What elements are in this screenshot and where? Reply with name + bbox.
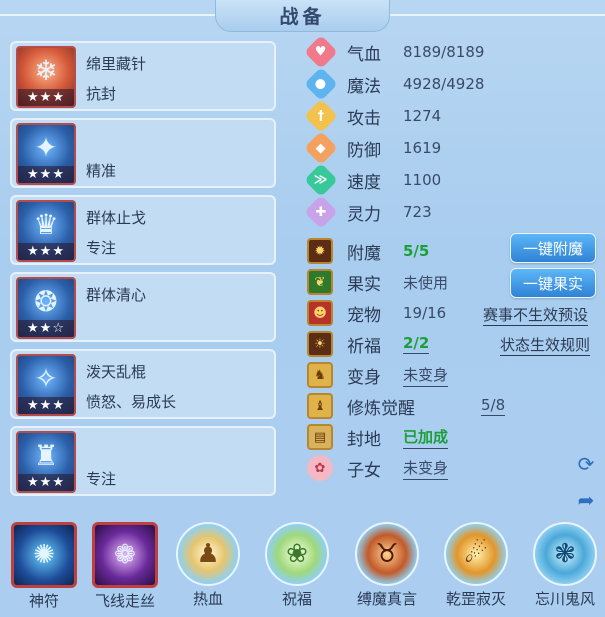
- pet-icon: ☻: [307, 300, 333, 326]
- bottom-skill[interactable]: ☄ 乾罡寂灭: [441, 522, 511, 609]
- sword-icon: †: [304, 99, 338, 133]
- skill-card[interactable]: ✦ ★★★ 精准: [10, 118, 276, 188]
- speed-icon: ≫: [304, 163, 338, 197]
- skill-card[interactable]: ✧ ★★★ 泼天乱棍 愤怒、易成长: [10, 349, 276, 419]
- stat-row-speed: ≫ 速度 1100: [304, 163, 441, 197]
- child-icon: ✿: [307, 455, 333, 481]
- skill-effect: 愤怒、易成长: [86, 393, 177, 411]
- ghost-wind-icon: ❃: [533, 522, 597, 586]
- skill-card[interactable]: ♛ ★★★ 群体止戈 专注: [10, 195, 276, 265]
- rune-orb-icon: ✺: [11, 522, 77, 588]
- strike-icon: ☄: [444, 522, 508, 586]
- fighter-icon: ♟: [176, 522, 240, 586]
- page-title: 战备: [215, 0, 390, 32]
- skill-name: 绵里藏针: [86, 55, 147, 73]
- fruit-icon: ❦: [307, 269, 333, 295]
- ice-stick-icon: ❄ ★★★: [16, 46, 76, 108]
- bottom-skill[interactable]: ❃ 忘川鬼风: [530, 522, 600, 609]
- blue-spirit-icon: ✦ ★★★: [16, 123, 76, 185]
- heart-icon: ♥: [304, 35, 338, 69]
- purple-orb-icon: ❁: [92, 522, 158, 588]
- extra-row-fruit: ❦ 果实 未使用: [307, 268, 448, 296]
- skill-name: 群体止戈: [86, 209, 147, 227]
- stat-row-hp: ♥ 气血 8189/8189: [304, 35, 484, 69]
- demon-bind-icon: ♉: [355, 522, 419, 586]
- mana-icon: ●: [304, 67, 338, 101]
- stat-row-mp: ● 魔法 4928/4928: [304, 67, 484, 101]
- skill-effect: 抗封: [86, 85, 117, 103]
- pray-icon: ☀: [307, 331, 333, 357]
- blessing-icon: ❀: [265, 522, 329, 586]
- stat-row-attack: † 攻击 1274: [304, 99, 441, 133]
- transform-icon: ♞: [307, 362, 333, 388]
- page-title-text: 战备: [279, 6, 326, 28]
- skill-card[interactable]: ❂ ★★☆ 群体清心: [10, 272, 276, 342]
- spirit-icon: ✚: [304, 195, 338, 229]
- one-click-fruit-button[interactable]: 一键果实: [510, 268, 596, 298]
- status-rules-link[interactable]: 状态生效规则: [500, 334, 591, 356]
- skill-effect: 专注: [86, 239, 117, 257]
- skill-card[interactable]: ❄ ★★★ 绵里藏针 抗封: [10, 41, 276, 111]
- shield-icon: ◆: [304, 131, 338, 165]
- skill-name: 泼天乱棍: [86, 363, 147, 381]
- extra-row-pet: ☻ 宠物 19/16: [307, 299, 446, 327]
- bottom-skill[interactable]: ❁ 飞线走丝: [90, 522, 160, 611]
- extra-row-transform[interactable]: ♞ 变身 未变身: [307, 361, 449, 389]
- stat-row-defense: ◆ 防御 1619: [304, 131, 441, 165]
- extra-row-enchant: ✹ 附魔 5/5: [307, 237, 429, 265]
- extra-row-cultivate[interactable]: ♝ 修炼觉醒 5/8: [307, 392, 506, 420]
- title-decor-left: [0, 14, 215, 16]
- bottom-skill[interactable]: ♉ 缚魔真言: [352, 522, 422, 609]
- fief-icon: ▤: [307, 424, 333, 450]
- skill-card[interactable]: ♜ ★★★ 专注: [10, 426, 276, 496]
- share-icon[interactable]: ➦: [571, 486, 601, 514]
- extra-row-pray: ☀ 祈福 2/2: [307, 330, 430, 358]
- blue-warrior-icon: ♛ ★★★: [16, 200, 76, 262]
- blue-staff-icon: ✧ ★★★: [16, 354, 76, 416]
- skill-effect: 专注: [86, 470, 117, 488]
- extra-row-child[interactable]: ✿ 子女 未变身: [307, 454, 449, 482]
- bottom-skill[interactable]: ✺ 神符: [9, 522, 79, 611]
- skill-name: 群体清心: [86, 286, 147, 304]
- refresh-icon[interactable]: ⟳: [571, 450, 601, 478]
- enchant-icon: ✹: [307, 238, 333, 264]
- cultivate-icon: ♝: [307, 393, 333, 419]
- blue-mind-icon: ❂ ★★☆: [16, 277, 76, 339]
- title-decor-right: [390, 14, 605, 16]
- stat-row-spirit: ✚ 灵力 723: [304, 195, 432, 229]
- bottom-skill[interactable]: ♟ 热血: [173, 522, 243, 609]
- blue-crown-icon: ♜ ★★★: [16, 431, 76, 493]
- one-click-enchant-button[interactable]: 一键附魔: [510, 233, 596, 263]
- extra-row-fief[interactable]: ▤ 封地 已加成: [307, 423, 449, 451]
- event-preset-link[interactable]: 赛事不生效预设: [483, 304, 589, 326]
- bottom-skill[interactable]: ❀ 祝福: [262, 522, 332, 609]
- skill-effect: 精准: [86, 162, 117, 180]
